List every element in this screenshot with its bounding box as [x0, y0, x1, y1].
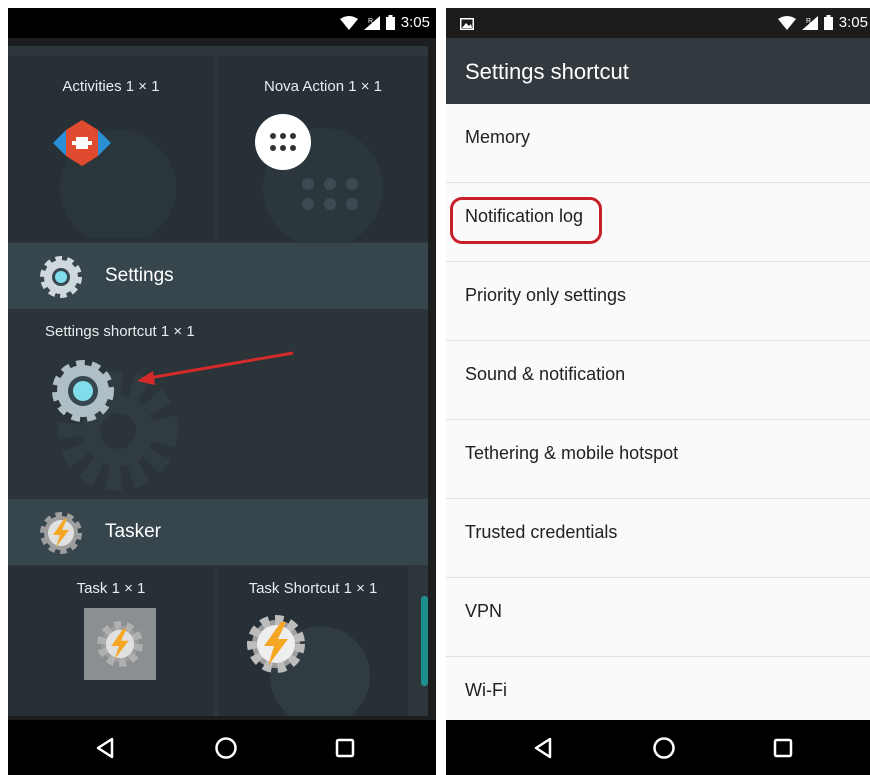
widget-list[interactable]: Activities 1 × 1 Nova Action 1 × 1 Setti… — [8, 46, 428, 716]
list-item-label: Wi-Fi — [465, 680, 507, 700]
widget-size: 1 × 1 — [111, 580, 146, 597]
back-button[interactable] — [90, 733, 120, 763]
battery-icon — [823, 15, 833, 30]
navigation-bar — [446, 720, 870, 775]
back-icon — [534, 737, 552, 759]
widget-title: Task — [76, 580, 108, 597]
list-item-memory[interactable]: Memory — [446, 104, 870, 183]
status-time: 3:05 — [400, 14, 430, 31]
widget-task[interactable]: Task 1 × 1 — [8, 566, 214, 716]
list-item-label: Notification log — [465, 206, 584, 226]
home-icon — [653, 737, 675, 759]
tasker-icon — [40, 512, 82, 554]
widget-nova-action[interactable]: Nova Action 1 × 1 — [218, 56, 428, 242]
app-bar: Settings shortcut — [446, 38, 870, 104]
settings-list: Memory Notification log Priority only se… — [446, 104, 870, 735]
widget-settings-shortcut[interactable]: Settings shortcut 1 × 1 — [8, 309, 428, 499]
list-item-label: Trusted credentials — [465, 522, 618, 542]
settings-gear-icon — [40, 256, 82, 298]
tasker-icon — [97, 621, 143, 667]
widget-size: 1 × 1 — [125, 78, 160, 95]
list-item-tethering[interactable]: Tethering & mobile hotspot — [446, 420, 870, 499]
recents-icon — [773, 738, 793, 758]
recents-icon — [335, 738, 355, 758]
svg-text:R: R — [806, 18, 811, 25]
list-item-notification-log[interactable]: Notification log — [446, 183, 870, 262]
tasker-section-header[interactable]: Tasker — [8, 499, 428, 565]
list-item-label: Priority only settings — [465, 285, 627, 305]
battery-icon — [385, 15, 395, 30]
widget-activities[interactable]: Activities 1 × 1 — [8, 56, 214, 242]
section-title: Tasker — [105, 521, 161, 542]
settings-section-header[interactable]: Settings — [8, 243, 428, 309]
widget-size: 1 × 1 — [160, 323, 195, 340]
navigation-bar — [8, 720, 436, 775]
list-item-label: Sound & notification — [465, 364, 626, 384]
back-button[interactable] — [528, 733, 558, 763]
status-bar: R 3:05 — [8, 8, 436, 38]
widget-title: Activities — [62, 78, 122, 95]
task-widget-preview — [84, 608, 156, 680]
page-title: Settings shortcut — [465, 59, 629, 84]
widget-title: Nova Action — [264, 78, 345, 95]
list-item-priority-only-settings[interactable]: Priority only settings — [446, 262, 870, 341]
list-item-label: Memory — [465, 127, 531, 147]
tasker-icon — [247, 615, 370, 716]
signal-icon: R — [801, 15, 818, 30]
recents-button[interactable] — [330, 733, 360, 763]
section-title: Settings — [105, 265, 174, 286]
signal-icon: R — [363, 15, 380, 30]
scrollbar[interactable] — [421, 596, 428, 686]
list-item-label: VPN — [465, 601, 503, 621]
widget-picker-screen: R 3:05 Activities 1 × 1 Nova Action 1 × … — [8, 8, 436, 775]
home-icon — [215, 737, 237, 759]
widget-size: 1 × 1 — [348, 78, 382, 95]
widget-task-shortcut[interactable]: Task Shortcut 1 × 1 — [218, 566, 408, 716]
list-item-sound-notification[interactable]: Sound & notification — [446, 341, 870, 420]
nova-launcher-icon — [53, 120, 176, 238]
list-item-vpn[interactable]: VPN — [446, 578, 870, 657]
widget-title: Task Shortcut — [248, 580, 340, 597]
widget-title: Settings shortcut — [45, 323, 157, 340]
red-arrow-annotation — [137, 351, 294, 385]
svg-text:R: R — [368, 18, 373, 25]
list-item-trusted-credentials[interactable]: Trusted credentials — [446, 499, 870, 578]
home-button[interactable] — [211, 733, 241, 763]
list-item-label: Tethering & mobile hotspot — [465, 443, 679, 463]
status-time: 3:05 — [838, 14, 868, 31]
wifi-icon — [339, 15, 358, 30]
home-button[interactable] — [649, 733, 679, 763]
recents-button[interactable] — [768, 733, 798, 763]
widget-size: 1 × 1 — [343, 580, 378, 597]
image-notification-icon — [460, 17, 474, 33]
wifi-icon — [777, 15, 796, 30]
app-drawer-icon — [255, 114, 383, 242]
settings-shortcut-screen: R 3:05 Settings shortcut Memory Notifica… — [446, 8, 870, 775]
back-icon — [96, 737, 114, 759]
status-bar: R 3:05 — [446, 8, 870, 38]
